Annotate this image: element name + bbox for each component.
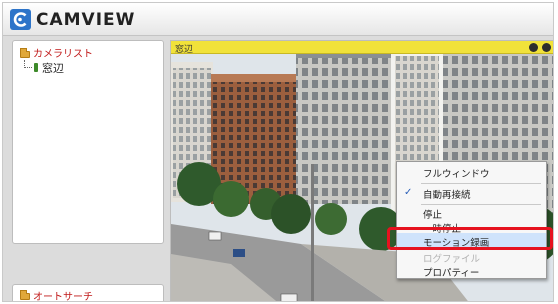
annotation-highlight-box [387, 227, 553, 250]
folder-icon [20, 48, 30, 58]
camera-list-label[interactable]: カメラリスト [33, 45, 93, 60]
auto-search-label[interactable]: オートサーチ [33, 288, 93, 301]
check-icon: ✓ [404, 187, 413, 198]
close-icon[interactable] [542, 43, 551, 52]
menu-item-label: フルウィンドウ [423, 169, 490, 180]
camera-list-panel: カメラリスト 窓辺 [12, 40, 164, 244]
menu-item-label: 自動再接続 [423, 190, 471, 201]
auto-search-panel: オートサーチ [12, 284, 164, 301]
view-header: 窓辺 [171, 41, 553, 55]
camera-item-label[interactable]: 窓辺 [42, 60, 64, 76]
title-bar: CAMVIEW [3, 3, 553, 36]
tree-connector [24, 60, 32, 68]
app-title: CAMVIEW [36, 10, 136, 30]
menu-separator [421, 183, 541, 184]
camera-icon [34, 63, 38, 72]
menu-item-label: プロパティー [423, 268, 480, 279]
menu-item-properties[interactable]: プロパティー [397, 263, 546, 280]
camview-logo-icon [10, 9, 31, 30]
menu-item-auto-reconnect[interactable]: ✓ 自動再接続 [397, 185, 546, 202]
sidebar: カメラリスト 窓辺 オートサーチ [12, 40, 164, 301]
record-icon[interactable] [529, 43, 538, 52]
context-menu: フルウィンドウ ✓ 自動再接続 停止 一時停止 モーション録画 ログファイル プ… [396, 161, 547, 279]
menu-item-full-window[interactable]: フルウィンドウ [397, 164, 546, 181]
camview-window: CAMVIEW カメラリスト 窓辺 オートサーチ 窓辺 フルウィンドウ ✓ 自動… [2, 2, 554, 302]
folder-icon [20, 290, 30, 300]
